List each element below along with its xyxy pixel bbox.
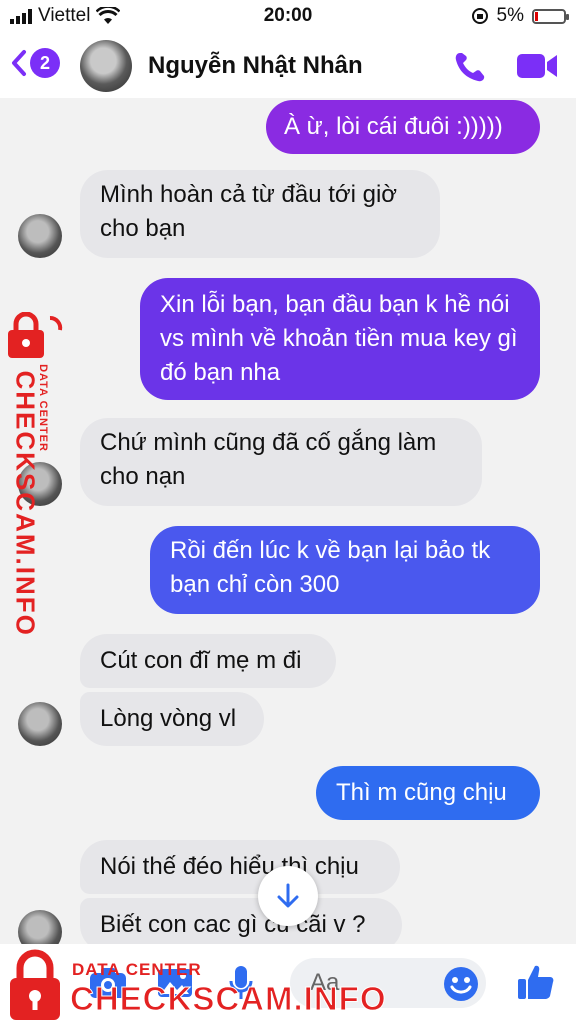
message-outgoing[interactable]: Xin lỗi bạn, bạn đầu bạn k hề nói vs mìn… bbox=[140, 278, 540, 400]
status-bar: Viettel 20:00 5% bbox=[0, 0, 576, 34]
watermark-subtitle: DATA CENTER bbox=[72, 960, 202, 979]
contact-name[interactable]: Nguyễn Nhật Nhân bbox=[148, 52, 363, 80]
message-incoming[interactable]: Nói thế đéo hiểu thì chịu bbox=[80, 840, 400, 894]
emoji-icon[interactable] bbox=[443, 966, 479, 1002]
contact-avatar-small bbox=[18, 702, 62, 746]
phone-icon[interactable] bbox=[452, 50, 488, 84]
status-right: 5% bbox=[471, 5, 569, 27]
arrow-down-icon bbox=[277, 883, 299, 908]
thumbs-up-icon[interactable] bbox=[516, 962, 556, 1002]
message-incoming[interactable]: Mình hoàn cả từ đầu tới giờ cho bạn bbox=[80, 170, 440, 258]
message-list[interactable]: À ừ, lòi cái đuôi :))))) Mình hoàn cả từ… bbox=[0, 98, 576, 944]
chevron-left-icon bbox=[12, 50, 26, 76]
battery-percent: 5% bbox=[496, 5, 524, 26]
contact-avatar[interactable] bbox=[80, 40, 132, 92]
message-incoming[interactable]: Biết con cac gì cu cãi v ? bbox=[80, 898, 402, 944]
message-outgoing[interactable]: Thì m cũng chịu bbox=[316, 766, 540, 820]
watermark-brand-vertical: CHECKSCAM.INFO bbox=[10, 370, 41, 637]
battery-icon bbox=[532, 8, 569, 24]
message-outgoing[interactable]: Rồi đến lúc k về bạn lại bảo tk bạn chỉ … bbox=[150, 526, 540, 614]
lock-icon bbox=[10, 949, 60, 1020]
back-button[interactable]: 2 bbox=[10, 48, 60, 78]
lock-icon bbox=[8, 312, 63, 358]
message-incoming[interactable]: Chứ mình cũng đã cố gắng làm cho nạn bbox=[80, 418, 482, 506]
message-incoming[interactable]: Cút con đĩ mẹ m đi bbox=[80, 634, 336, 688]
orientation-lock-icon bbox=[471, 8, 488, 24]
message-incoming[interactable]: Lòng vòng vl bbox=[80, 692, 264, 746]
chat-header: 2 Nguyễn Nhật Nhân bbox=[0, 34, 576, 98]
watermark-brand: CHECKSCAM.INFO bbox=[70, 980, 387, 1018]
unread-badge: 2 bbox=[30, 48, 60, 78]
contact-avatar-small bbox=[18, 910, 62, 944]
watermark-bottom: DATA CENTER CHECKSCAM.INFO bbox=[0, 944, 400, 1024]
scroll-to-bottom-button[interactable] bbox=[258, 866, 318, 926]
watermark-left: CHECKSCAM.INFO DATA CENTER bbox=[0, 312, 70, 637]
contact-avatar-small bbox=[18, 214, 62, 258]
watermark-subtitle-vertical: DATA CENTER bbox=[37, 364, 49, 452]
video-call-icon[interactable] bbox=[516, 50, 558, 82]
message-outgoing[interactable]: À ừ, lòi cái đuôi :))))) bbox=[266, 100, 540, 154]
